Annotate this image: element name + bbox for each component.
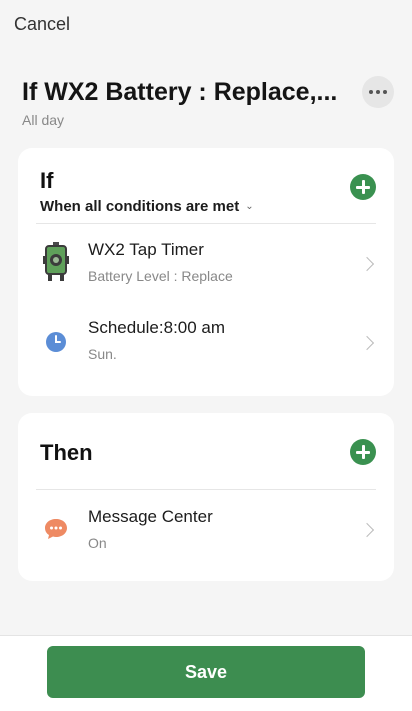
divider [36, 223, 376, 224]
more-horizontal-icon [369, 90, 373, 94]
condition-mode-dropdown[interactable]: When all conditions are met ⌄ [40, 198, 372, 215]
clock-icon [42, 322, 70, 362]
chevron-down-icon: ⌄ [245, 201, 254, 212]
more-options-button[interactable] [362, 76, 394, 108]
item-label: Schedule:8:00 am [88, 318, 226, 337]
message-bubble-icon [42, 509, 70, 549]
condition-item-tap-timer[interactable]: WX2 Tap Timer Battery Level : Replace [18, 230, 394, 300]
divider [36, 489, 376, 490]
tap-timer-device-icon [42, 242, 70, 282]
if-header: If When all conditions are met ⌄ [18, 148, 394, 215]
more-dot [376, 90, 380, 94]
item-label: WX2 Tap Timer [88, 240, 204, 259]
add-action-button[interactable] [350, 439, 376, 465]
more-dot [383, 90, 387, 94]
if-card: If When all conditions are met ⌄ WX2 Tap… [18, 148, 394, 396]
if-title: If [40, 168, 54, 193]
item-detail: Battery Level : Replace [88, 268, 233, 284]
condition-mode-label: When all conditions are met [40, 198, 240, 215]
title-row: If WX2 Battery : Replace,... [22, 76, 394, 108]
then-card: Then Message Center On [18, 413, 394, 581]
item-label: Message Center [88, 507, 213, 526]
save-button[interactable]: Save [47, 646, 365, 698]
action-item-message-center[interactable]: Message Center On [18, 497, 394, 567]
condition-item-schedule[interactable]: Schedule:8:00 am Sun. [18, 310, 394, 380]
then-title: Then [40, 440, 93, 465]
chevron-right-icon [359, 335, 375, 351]
page-subtitle: All day [22, 112, 65, 128]
chevron-right-icon [359, 256, 375, 272]
page-title: If WX2 Battery : Replace,... [22, 77, 338, 106]
chevron-right-icon [359, 522, 375, 538]
cancel-button[interactable]: Cancel [14, 14, 70, 35]
add-condition-button[interactable] [350, 174, 376, 200]
item-detail: Sun. [88, 346, 117, 362]
item-detail: On [88, 535, 107, 551]
